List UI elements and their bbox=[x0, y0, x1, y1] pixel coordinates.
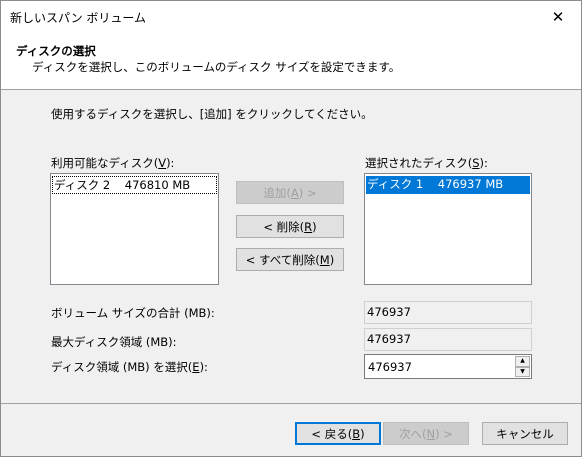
remove-all-button[interactable]: < すべて削除(M) bbox=[236, 248, 344, 271]
list-item[interactable]: ディスク 1 476937 MB bbox=[366, 176, 530, 194]
title-bar[interactable]: 新しいスパン ボリューム ✕ bbox=[1, 1, 581, 32]
back-button[interactable]: < 戻る(B) bbox=[295, 422, 381, 445]
remove-button[interactable]: < 削除(R) bbox=[236, 215, 344, 238]
disk-space-stepper[interactable]: 476937 ▲ ▼ bbox=[364, 354, 532, 379]
available-disks-list[interactable]: ディスク 2 476810 MB bbox=[50, 173, 219, 285]
available-disks-label: 利用可能なディスク(V): bbox=[51, 156, 175, 170]
page-title: ディスクの選択 bbox=[16, 44, 96, 58]
selected-disks-label: 選択されたディスク(S): bbox=[365, 156, 488, 170]
next-button[interactable]: 次へ(N) > bbox=[383, 422, 469, 445]
max-disk-space-label: 最大ディスク領域 (MB): bbox=[51, 335, 177, 349]
increment-button[interactable]: ▲ bbox=[515, 356, 530, 367]
window-title: 新しいスパン ボリューム bbox=[10, 11, 147, 25]
close-icon: ✕ bbox=[551, 7, 565, 26]
new-spanned-volume-dialog: 新しいスパン ボリューム ✕ ディスクの選択 ディスクを選択し、このボリュームの… bbox=[0, 0, 582, 457]
disk-space-input[interactable]: 476937 bbox=[368, 360, 412, 374]
instruction-text: 使用するディスクを選択し、[追加] をクリックしてください。 bbox=[51, 107, 373, 121]
total-size-value: 476937 bbox=[364, 301, 532, 324]
max-disk-space-value: 476937 bbox=[364, 328, 532, 351]
wizard-header: ディスクの選択 ディスクを選択し、このボリュームのディスク サイズを設定できます… bbox=[1, 32, 581, 90]
chevron-up-icon: ▲ bbox=[520, 357, 525, 365]
selected-disks-list[interactable]: ディスク 1 476937 MB bbox=[364, 173, 532, 285]
cancel-button[interactable]: キャンセル bbox=[482, 422, 568, 445]
page-subtitle: ディスクを選択し、このボリュームのディスク サイズを設定できます。 bbox=[32, 60, 401, 74]
select-disk-space-label: ディスク領域 (MB) を選択(E): bbox=[51, 360, 208, 374]
stepper-arrows: ▲ ▼ bbox=[515, 356, 530, 377]
total-size-label: ボリューム サイズの合計 (MB): bbox=[51, 306, 215, 320]
add-button[interactable]: 追加(A) > bbox=[236, 181, 344, 204]
footer-divider bbox=[1, 403, 581, 404]
close-button[interactable]: ✕ bbox=[535, 1, 581, 32]
list-item[interactable]: ディスク 2 476810 MB bbox=[52, 176, 217, 194]
decrement-button[interactable]: ▼ bbox=[515, 366, 530, 377]
chevron-down-icon: ▼ bbox=[520, 367, 525, 375]
